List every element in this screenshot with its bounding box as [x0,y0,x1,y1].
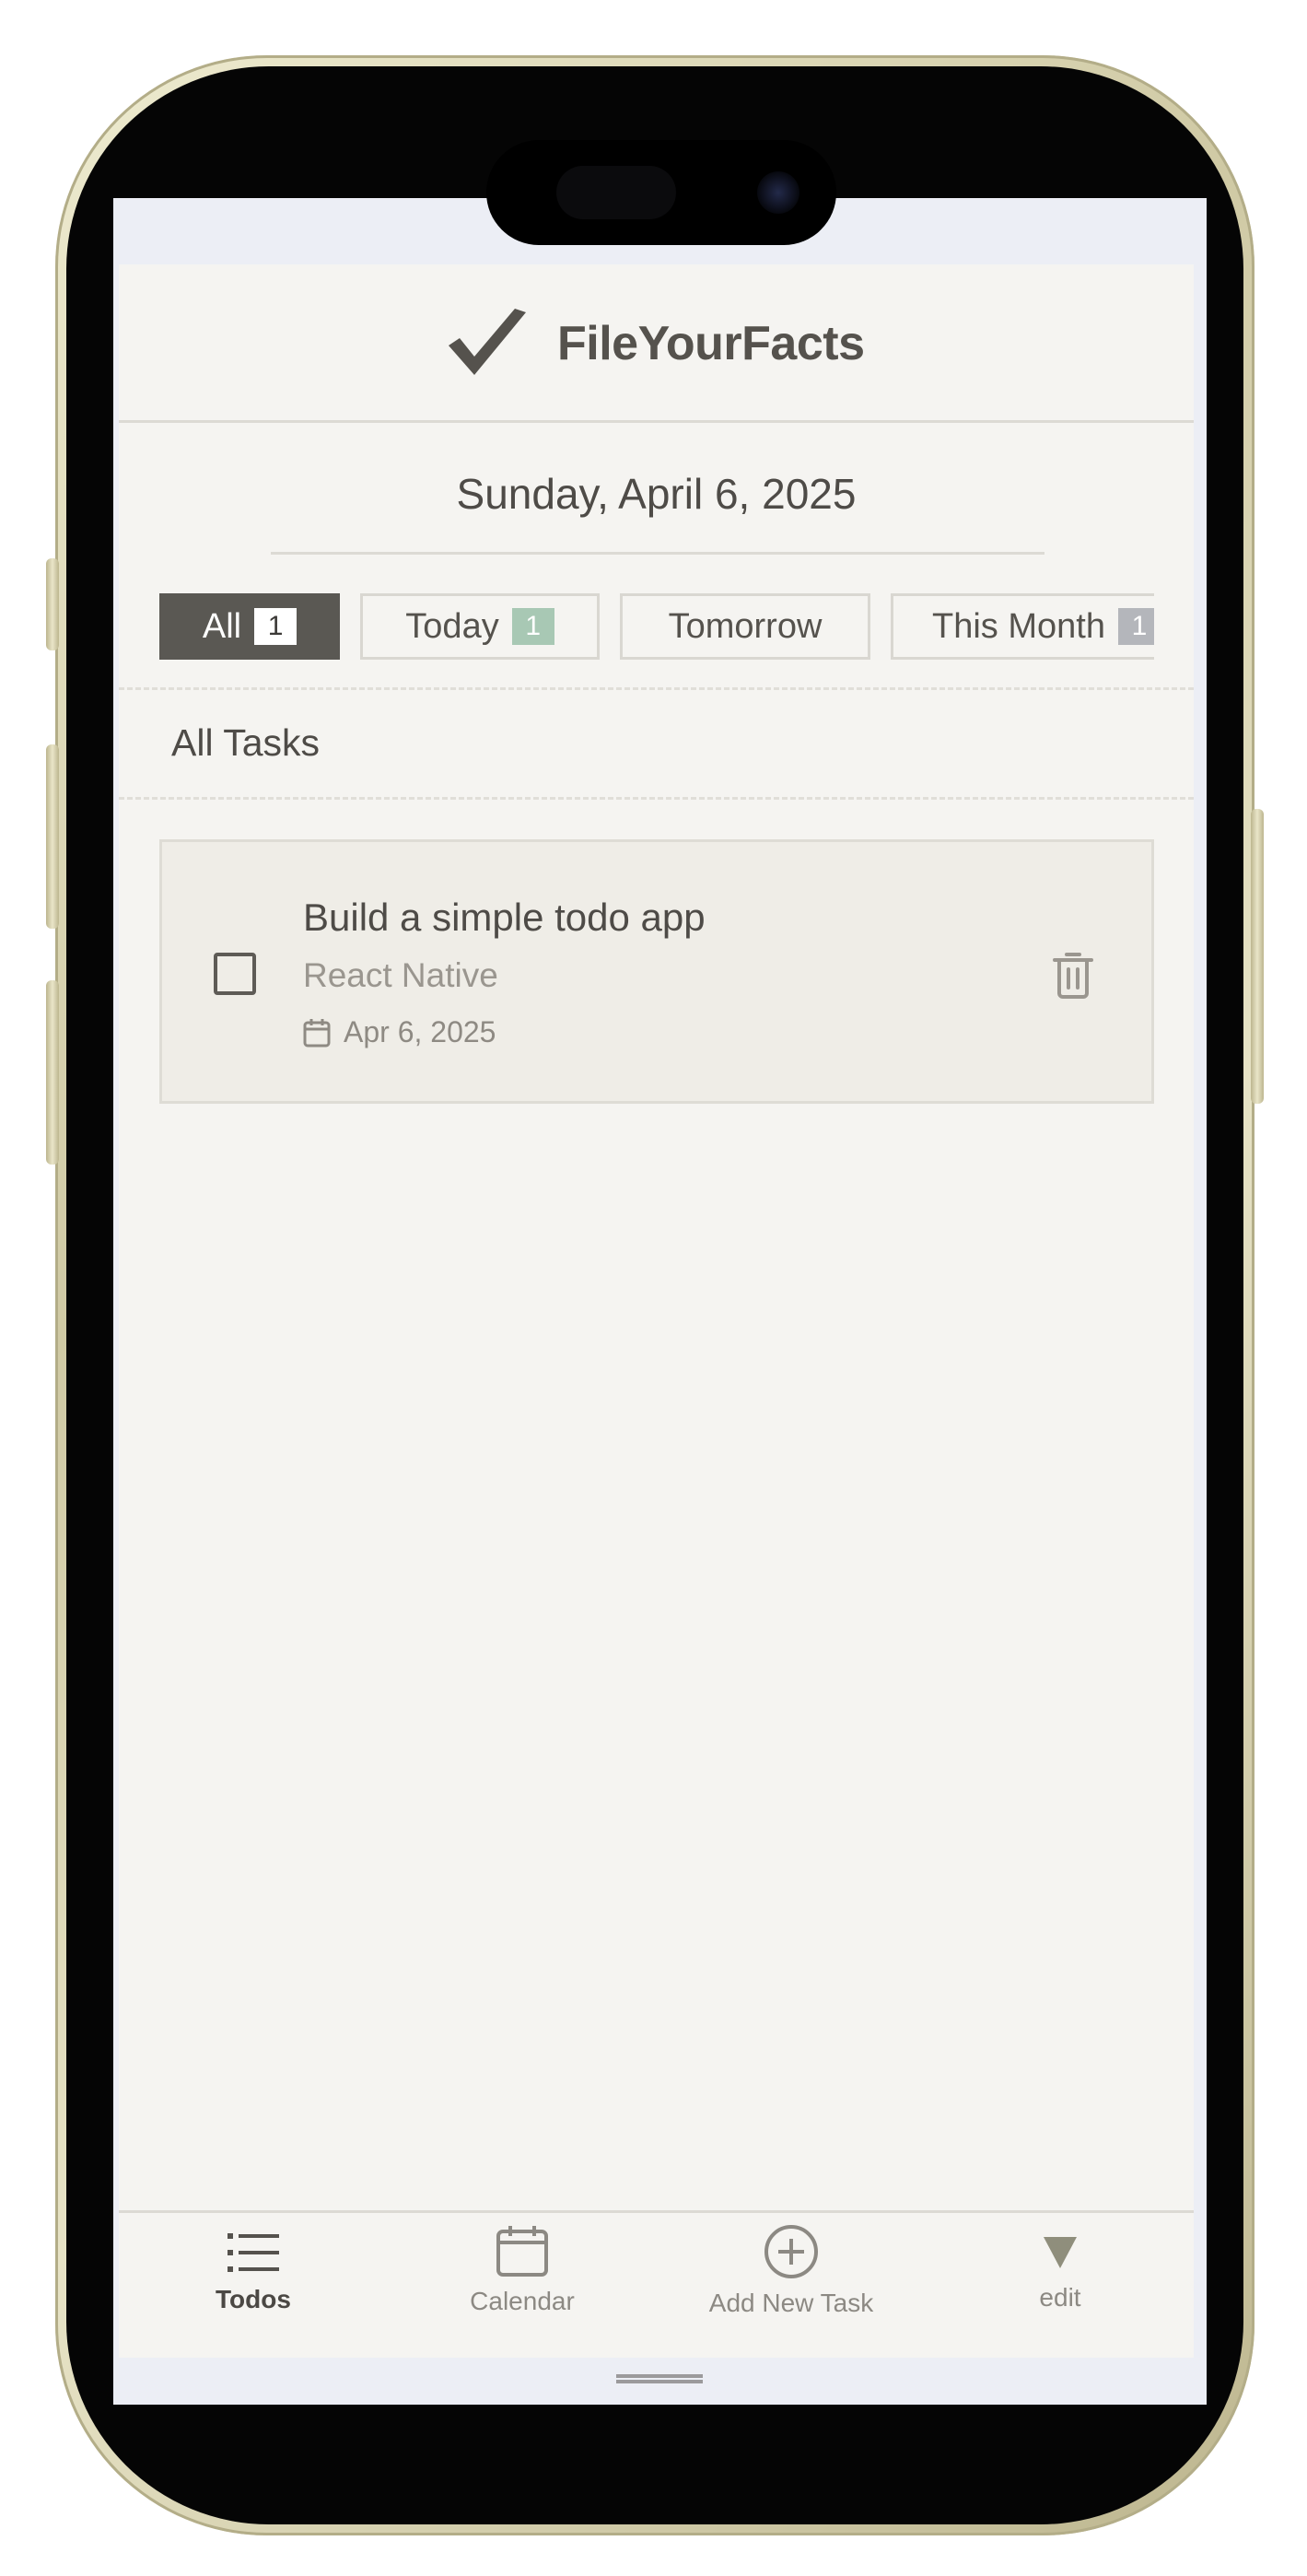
count-badge: 1 [254,608,298,645]
island-sensor [556,166,676,219]
filter-chips: All 1 Today 1 Tomorrow This Month 1 [159,593,1154,662]
divider [119,687,1194,690]
tab-todos[interactable]: Todos [119,2213,388,2360]
task-card[interactable]: Build a simple todo app React Native Apr… [159,839,1154,1104]
action-button [46,558,59,650]
bottom-tab-bar: Todos Calendar Add New Task edit [119,2210,1194,2358]
divider [119,797,1194,800]
divider [271,552,1044,555]
count-badge: 1 [511,608,554,645]
task-date: Apr 6, 2025 [344,1015,496,1048]
volume-up-button [46,744,59,929]
filter-chip-tomorrow[interactable]: Tomorrow [620,593,870,660]
trash-icon[interactable] [1052,951,1094,1001]
calendar-icon [496,2226,548,2277]
tab-label: Calendar [470,2287,575,2315]
tab-add-new-task[interactable]: Add New Task [657,2213,926,2360]
home-indicator [616,2374,703,2383]
checkmark-icon [449,309,526,375]
section-title: All Tasks [171,721,321,764]
tab-edit[interactable]: edit [926,2213,1195,2360]
tab-label: Add New Task [708,2289,874,2317]
chip-label: Today [405,606,499,646]
date-heading: Sunday, April 6, 2025 [456,470,857,518]
app-header: FileYourFacts [119,264,1194,423]
dynamic-island [486,140,836,245]
app-title: FileYourFacts [557,317,865,370]
calendar-icon [303,1018,331,1047]
list-icon [228,2233,279,2272]
plus-circle-icon [764,2225,818,2278]
triangle-down-icon [1044,2237,1077,2268]
chip-label: This Month [932,606,1105,646]
power-button [1251,809,1264,1104]
phone-screen: FileYourFacts Sunday, April 6, 2025 All … [113,198,1207,2405]
tab-label: edit [1039,2283,1081,2312]
filter-chip-all[interactable]: All 1 [159,593,340,660]
todo-app: FileYourFacts Sunday, April 6, 2025 All … [119,264,1194,2358]
filter-chip-this-month[interactable]: This Month 1 [891,593,1154,660]
volume-down-button [46,980,59,1165]
tab-calendar[interactable]: Calendar [388,2213,657,2360]
chip-label: All [202,606,242,646]
filter-chip-today[interactable]: Today 1 [360,593,600,660]
camera-icon [757,171,799,214]
count-badge: 1 [1117,608,1154,645]
tab-label: Todos [216,2285,291,2313]
task-date-row: Apr 6, 2025 [303,1015,496,1049]
task-checkbox[interactable] [214,953,256,995]
task-title: Build a simple todo app [303,896,706,939]
task-category: React Native [303,956,498,994]
chip-label: Tomorrow [668,606,823,646]
